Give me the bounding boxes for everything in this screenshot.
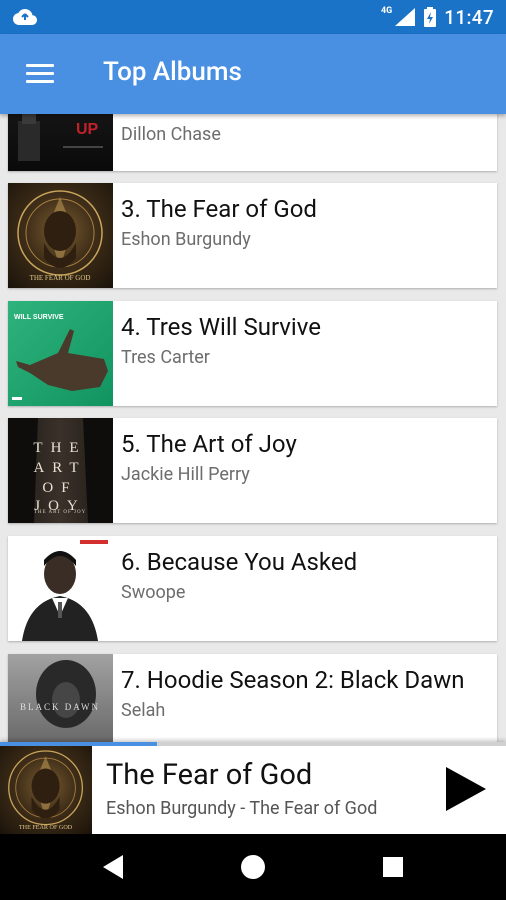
album-card[interactable]: BLACK DAWN 7. Hoodie Season 2: Black Daw… [8,654,497,744]
album-art-text: THE FEAR OF GOD [30,274,91,282]
svg-text:ART: ART [33,460,86,476]
album-art: UP [8,114,113,171]
album-card[interactable]: THE FEAR OF GOD 3. The Fear of God Eshon… [8,183,497,288]
album-title: 3. The Fear of God [121,195,317,223]
back-icon[interactable] [97,850,131,884]
status-bar: 4G 11:47 [0,0,506,34]
play-icon[interactable] [442,764,488,814]
now-playing-bar[interactable]: THE FEAR OF GOD The Fear of God Eshon Bu… [0,742,506,834]
album-card[interactable]: WILL SURVIVE 4. Tres Will Survive Tres C… [8,301,497,406]
now-playing-album-art: THE FEAR OF GOD [0,746,92,834]
album-artist: Jackie Hill Perry [121,464,250,485]
album-card[interactable]: THE ART OF JOY THE ART OF JOY 5. The Art… [8,418,497,523]
svg-text:OF: OF [42,480,77,496]
page-title: Top Albums [103,57,242,87]
now-playing-subtitle: Eshon Burgundy - The Fear of God [106,798,378,819]
cloud-sync-icon [13,9,37,25]
system-navigation-bar [0,834,506,900]
album-art-text: WILL SURVIVE [14,314,64,321]
battery-icon [424,7,437,27]
svg-text:THE FEAR OF GOD: THE FEAR OF GOD [19,825,73,831]
album-list[interactable]: UP Dillon Chase THE FEAR OF GOD 3. The F… [0,114,506,744]
album-title: 5. The Art of Joy [121,430,297,458]
album-artist: Selah [121,700,166,721]
now-playing-title: The Fear of God [106,758,313,792]
album-art-text: UP [76,121,99,138]
recents-icon[interactable] [376,850,410,884]
home-icon[interactable] [236,850,270,884]
album-art: THE FEAR OF GOD [8,183,113,288]
album-artist: Dillon Chase [121,124,221,145]
album-art: WILL SURVIVE [8,301,113,406]
album-title: 7. Hoodie Season 2: Black Dawn [121,666,465,694]
app-bar: Top Albums [0,34,506,114]
album-art: THE ART OF JOY THE ART OF JOY [8,418,113,523]
album-art: BLACK DAWN [8,654,113,744]
album-title: 4. Tres Will Survive [121,313,321,341]
svg-text:JOY: JOY [34,498,86,514]
album-artist: Eshon Burgundy [121,229,251,250]
album-title: 6. Because You Asked [121,548,358,576]
clock: 11:47 [444,5,494,29]
hamburger-menu-icon[interactable] [26,64,54,86]
network-type-label: 4G [380,6,393,16]
signal-icon [395,8,416,26]
album-artist: Swoope [121,582,186,603]
svg-text:THE: THE [33,440,86,456]
album-card[interactable]: UP Dillon Chase [8,114,497,171]
album-card[interactable]: 6. Because You Asked Swoope [8,536,497,641]
album-artist: Tres Carter [121,347,210,368]
album-art [8,536,113,641]
